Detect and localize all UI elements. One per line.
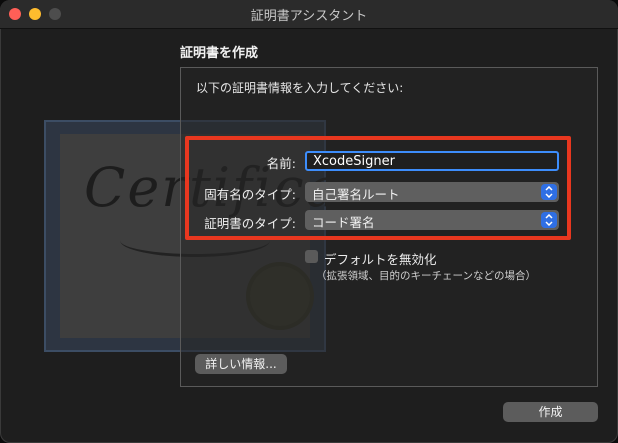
create-button[interactable]: 作成 [503, 402, 598, 422]
override-defaults-checkbox[interactable] [305, 250, 318, 263]
certificate-assistant-window: 証明書アシスタント Certificate 証明書を作成 以下の証明書情報を入力… [0, 0, 618, 443]
more-info-button[interactable]: 詳しい情報... [195, 354, 287, 374]
override-defaults-hint: （拡張領域、目的のキーチェーンなどの場合） [316, 270, 536, 282]
window-title: 証明書アシスタント [250, 9, 368, 24]
panel-instruction: 以下の証明書情報を入力してください: [196, 81, 404, 95]
highlight-annotation [185, 136, 571, 240]
section-title: 証明書を作成 [180, 46, 259, 61]
override-defaults-label: デフォルトを無効化 [324, 252, 437, 267]
title-bar: 証明書アシスタント [0, 0, 618, 29]
